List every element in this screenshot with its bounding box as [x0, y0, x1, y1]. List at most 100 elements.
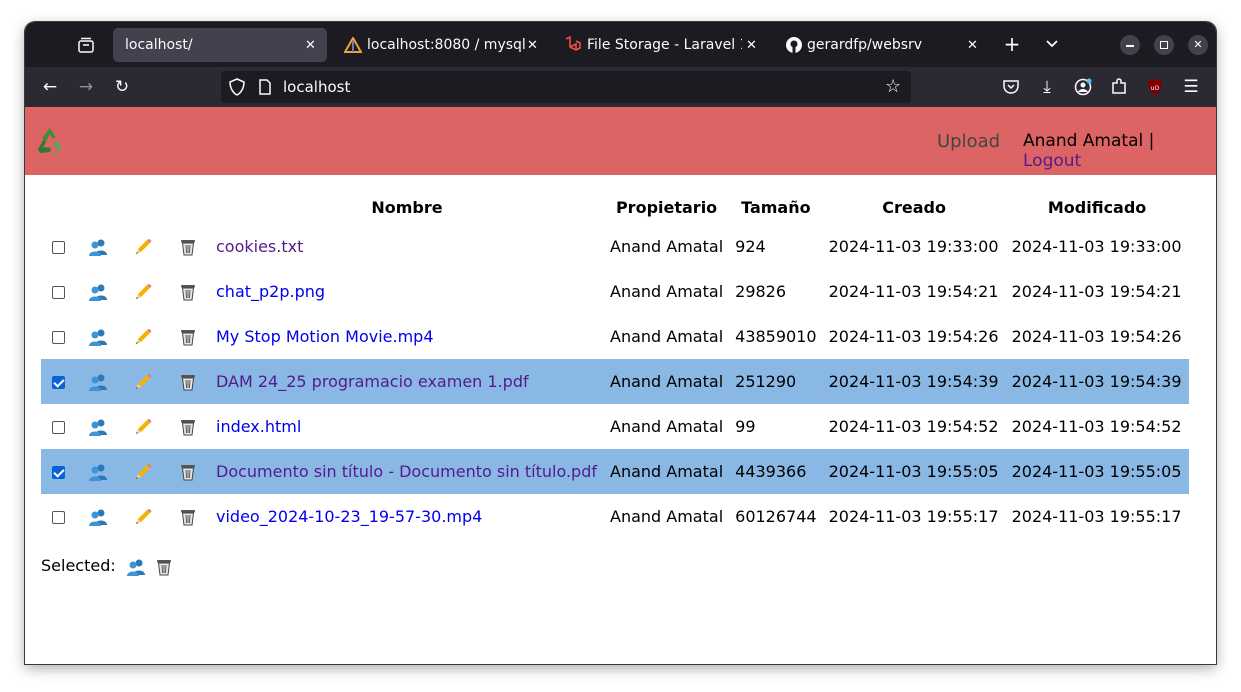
file-link[interactable]: DAM 24_25 programacio examen 1.pdf [216, 372, 529, 391]
delete-trash-icon[interactable] [165, 359, 210, 404]
edit-pencil-icon[interactable] [120, 494, 165, 539]
share-icon[interactable] [75, 494, 120, 539]
window-close-icon[interactable]: ✕ [1188, 35, 1208, 55]
file-name-cell: cookies.txt [210, 224, 604, 269]
edit-pencil-icon[interactable] [120, 359, 165, 404]
row-checkbox[interactable] [51, 376, 65, 389]
new-tab-icon[interactable]: + [1002, 34, 1022, 54]
owner-cell: Anand Amatal [610, 417, 724, 436]
size-cell: 29826 [735, 282, 787, 301]
close-icon[interactable]: ✕ [746, 38, 757, 53]
row-checkbox[interactable] [51, 421, 65, 434]
close-icon[interactable]: ✕ [527, 38, 538, 53]
row-checkbox[interactable] [51, 331, 65, 344]
edit-pencil-icon[interactable] [120, 404, 165, 449]
back-icon[interactable]: ← [40, 77, 60, 97]
separator: | [1148, 131, 1155, 151]
file-link[interactable]: My Stop Motion Movie.mp4 [216, 327, 434, 346]
file-link[interactable]: index.html [216, 417, 301, 436]
logout-link[interactable]: Logout [1023, 151, 1081, 171]
delete-trash-icon[interactable] [165, 269, 210, 314]
size-cell: 924 [735, 237, 766, 256]
tab-label: localhost:8080 / mysql / [367, 37, 525, 53]
extensions-icon[interactable] [1109, 77, 1129, 97]
table-row: My Stop Motion Movie.mp4 Anand Amatal 4385… [41, 314, 1189, 359]
share-icon[interactable] [75, 314, 120, 359]
tab-label: gerardfp/websrv [807, 37, 923, 53]
size-cell: 4439366 [729, 449, 823, 494]
row-select-cell [41, 494, 75, 539]
recycle-logo-icon[interactable] [34, 125, 66, 157]
account-icon[interactable] [1073, 77, 1093, 97]
tab-laravel[interactable]: File Storage - Laravel 11 ✕ [558, 28, 762, 62]
phpmyadmin-icon [344, 37, 362, 53]
delete-trash-icon[interactable] [165, 494, 210, 539]
created-cell: 2024-11-03 19:54:21 [828, 282, 999, 301]
tab-list-chevron-down-icon[interactable] [1042, 34, 1062, 54]
row-checkbox[interactable] [51, 511, 65, 524]
tab-github[interactable]: gerardfp/websrv ✕ [780, 28, 985, 62]
row-checkbox[interactable] [51, 466, 65, 479]
col-share [75, 191, 120, 224]
share-icon[interactable] [75, 359, 120, 404]
share-icon[interactable] [75, 269, 120, 314]
delete-selected-icon[interactable] [156, 556, 172, 576]
file-name-cell: index.html [210, 404, 604, 449]
reload-icon[interactable]: ↻ [112, 77, 132, 97]
table-row: cookies.txt Anand Amatal 924 2024-11-03 19:… [41, 224, 1189, 269]
minimize-icon[interactable] [1120, 35, 1140, 55]
delete-trash-icon[interactable] [165, 449, 210, 494]
download-icon[interactable]: ⤓ [1037, 77, 1057, 97]
share-icon[interactable] [75, 224, 120, 269]
tab-localhost[interactable]: localhost/ ✕ [113, 28, 327, 62]
nav-bar: ← → ↻ localhost ☆ ⤓ uO ☰ [25, 67, 1216, 107]
page-content: Upload Anand Amatal | Logout Nombre Prop… [25, 107, 1216, 664]
tab-label: File Storage - Laravel 11 [587, 37, 742, 53]
bookmark-star-icon[interactable]: ☆ [885, 76, 901, 97]
user-name: Anand Amatal [1023, 131, 1144, 151]
file-link[interactable]: Documento sin título - Documento sin tít… [216, 462, 597, 481]
delete-trash-icon[interactable] [165, 224, 210, 269]
row-select-cell [41, 224, 75, 269]
owner-cell: Anand Amatal [604, 449, 730, 494]
svg-text:uO: uO [1151, 85, 1160, 92]
modified-cell: 2024-11-03 19:54:39 [1005, 359, 1189, 404]
col-select [41, 191, 75, 224]
menu-icon[interactable]: ☰ [1181, 77, 1201, 97]
created-cell: 2024-11-03 19:55:05 [822, 449, 1006, 494]
edit-pencil-icon[interactable] [120, 449, 165, 494]
edit-pencil-icon[interactable] [120, 269, 165, 314]
ublock-icon[interactable]: uO [1145, 77, 1165, 97]
created-cell: 2024-11-03 19:54:39 [822, 359, 1006, 404]
file-link[interactable]: cookies.txt [216, 237, 303, 256]
close-icon[interactable]: ✕ [305, 38, 316, 53]
modified-cell: 2024-11-03 19:54:26 [1011, 327, 1182, 346]
maximize-icon[interactable] [1154, 35, 1174, 55]
file-link[interactable]: chat_p2p.png [216, 282, 325, 301]
delete-trash-icon[interactable] [165, 314, 210, 359]
shield-icon[interactable] [229, 78, 245, 96]
size-cell: 251290 [729, 359, 823, 404]
edit-pencil-icon[interactable] [120, 314, 165, 359]
tab-overview-icon[interactable] [76, 35, 96, 55]
upload-link[interactable]: Upload [937, 131, 1000, 152]
edit-pencil-icon[interactable] [120, 224, 165, 269]
owner-cell: Anand Amatal [610, 237, 724, 256]
close-icon[interactable]: ✕ [967, 38, 978, 53]
file-link[interactable]: video_2024-10-23_19-57-30.mp4 [216, 507, 482, 526]
row-checkbox[interactable] [51, 286, 65, 299]
modified-cell: 2024-11-03 19:55:17 [1011, 507, 1182, 526]
row-select-cell [41, 449, 75, 494]
share-icon[interactable] [75, 449, 120, 494]
col-tamano: Tamaño [741, 198, 811, 217]
pocket-icon[interactable] [1001, 77, 1021, 97]
tab-mysql[interactable]: localhost:8080 / mysql / ✕ [337, 28, 547, 62]
tab-bar: localhost/ ✕ localhost:8080 / mysql / ✕ … [25, 22, 1216, 67]
delete-trash-icon[interactable] [165, 404, 210, 449]
share-icon[interactable] [75, 404, 120, 449]
share-selected-icon[interactable] [126, 556, 146, 576]
row-checkbox[interactable] [51, 241, 65, 254]
files-table: Nombre Propietario Tamaño Creado Modific… [41, 191, 1189, 539]
url-bar[interactable]: localhost ☆ [221, 71, 911, 103]
modified-cell: 2024-11-03 19:33:00 [1011, 237, 1182, 256]
